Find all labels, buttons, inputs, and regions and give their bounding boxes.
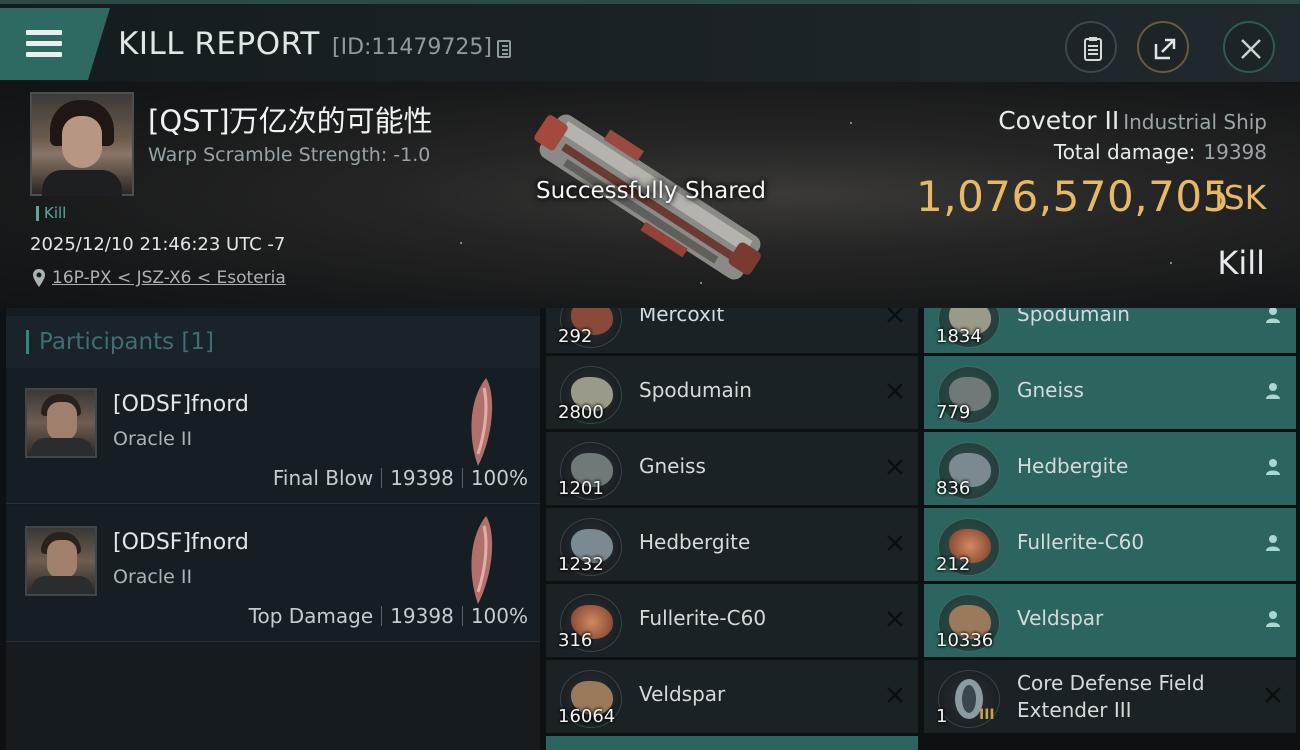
participant-name: [ODSF]fnord: [113, 392, 249, 417]
person-icon: [1266, 459, 1280, 475]
destroyed-x-icon: [887, 383, 903, 399]
participant-stats: Final Blow 19398 100%: [272, 466, 528, 490]
destroyed-x-icon: [887, 459, 903, 475]
meta-level: III: [979, 707, 995, 723]
close-button[interactable]: [1223, 21, 1275, 73]
clipboard-icon: [1084, 37, 1102, 61]
participant-row[interactable]: [ODSF]fnord Oracle II Final Blow 19398 100…: [6, 368, 540, 504]
copy-icon[interactable]: [497, 40, 511, 58]
menu-button[interactable]: [0, 8, 110, 80]
item-dropped[interactable]: 212 Fullerite-C60: [924, 508, 1296, 581]
person-icon: [1266, 535, 1280, 551]
destroyed-x-icon: [887, 535, 903, 551]
kill-tag: Kill: [36, 206, 66, 221]
close-icon: [1241, 39, 1261, 59]
top-bar: KILL REPORT [ID:11479725]: [0, 0, 1300, 82]
destroyed-x-icon: [887, 308, 903, 323]
participant-avatar[interactable]: [25, 388, 97, 458]
participant-avatar[interactable]: [25, 526, 97, 596]
victim-name[interactable]: [QST]万亿次的可能性: [148, 98, 433, 140]
person-icon: [1266, 383, 1280, 399]
kill-datetime: 2025/12/10 21:46:23 UTC -7: [30, 234, 286, 255]
victim-avatar[interactable]: [30, 92, 134, 196]
ship-class: Industrial Ship: [1123, 110, 1267, 134]
participant-ship-image: [471, 516, 493, 604]
isk-unit: ISK: [1214, 178, 1267, 217]
kill-banner: [QST]万亿次的可能性 Warp Scramble Strength: -1.…: [0, 82, 1300, 308]
victim-ship-name[interactable]: Covetor II Industrial Ship: [998, 106, 1267, 135]
total-damage: Total damage: 19398: [1053, 140, 1267, 164]
participant-stats: Top Damage 19398 100%: [248, 604, 528, 628]
item-destroyed[interactable]: 316 Fullerite-C60: [546, 584, 918, 657]
item-destroyed[interactable]: 16064 Veldspar: [546, 660, 918, 733]
isk-value: 1,076,570,705: [916, 172, 1230, 221]
participant-ship-image: [471, 378, 493, 466]
warp-scramble-strength: Warp Scramble Strength: -1.0: [148, 144, 431, 166]
person-icon: [1266, 308, 1280, 323]
item-next-row: [546, 736, 918, 750]
item-destroyed[interactable]: III 1 Core Defense Field Extender III: [924, 660, 1296, 733]
item-dropped[interactable]: 10336 Veldspar: [924, 584, 1296, 657]
participants-header: Participants [1]: [6, 316, 540, 368]
shared-toast: Successfully Shared: [536, 178, 766, 204]
item-destroyed[interactable]: 1201 Gneiss: [546, 432, 918, 505]
item-destroyed[interactable]: 292 Mercoxit: [546, 308, 918, 353]
share-icon: [1154, 38, 1176, 60]
location-pin-icon: [33, 269, 45, 287]
item-dropped[interactable]: 836 Hedbergite: [924, 432, 1296, 505]
item-dropped[interactable]: 779 Gneiss: [924, 356, 1296, 429]
hamburger-icon: [26, 30, 62, 58]
item-dropped[interactable]: 1834 Spodumain: [924, 308, 1296, 353]
location-link[interactable]: 16P-PX < JSZ-X6 < Esoteria: [52, 268, 286, 288]
item-destroyed[interactable]: 1232 Hedbergite: [546, 508, 918, 581]
destroyed-x-icon: [887, 687, 903, 703]
participant-name: [ODSF]fnord: [113, 530, 249, 555]
person-icon: [1266, 611, 1280, 627]
participant-ship: Oracle II: [113, 566, 193, 588]
clipboard-button[interactable]: [1065, 21, 1117, 73]
destroyed-x-icon: [887, 611, 903, 627]
participant-ship: Oracle II: [113, 428, 193, 450]
item-destroyed[interactable]: 2800 Spodumain: [546, 356, 918, 429]
items-grid: 292 Mercoxit 2800 Spodumain 1201 Gneiss …: [546, 308, 1300, 750]
page-title: KILL REPORT: [118, 26, 320, 62]
destroyed-x-icon: [1265, 687, 1281, 703]
result-label: Kill: [1217, 244, 1265, 282]
participant-row[interactable]: [ODSF]fnord Oracle II Top Damage 19398 100…: [6, 506, 540, 642]
report-id: [ID:11479725]: [332, 35, 492, 60]
participants-panel: Participants [1] [ODSF]fnord Oracle II F…: [6, 308, 540, 750]
share-button[interactable]: [1137, 21, 1189, 73]
